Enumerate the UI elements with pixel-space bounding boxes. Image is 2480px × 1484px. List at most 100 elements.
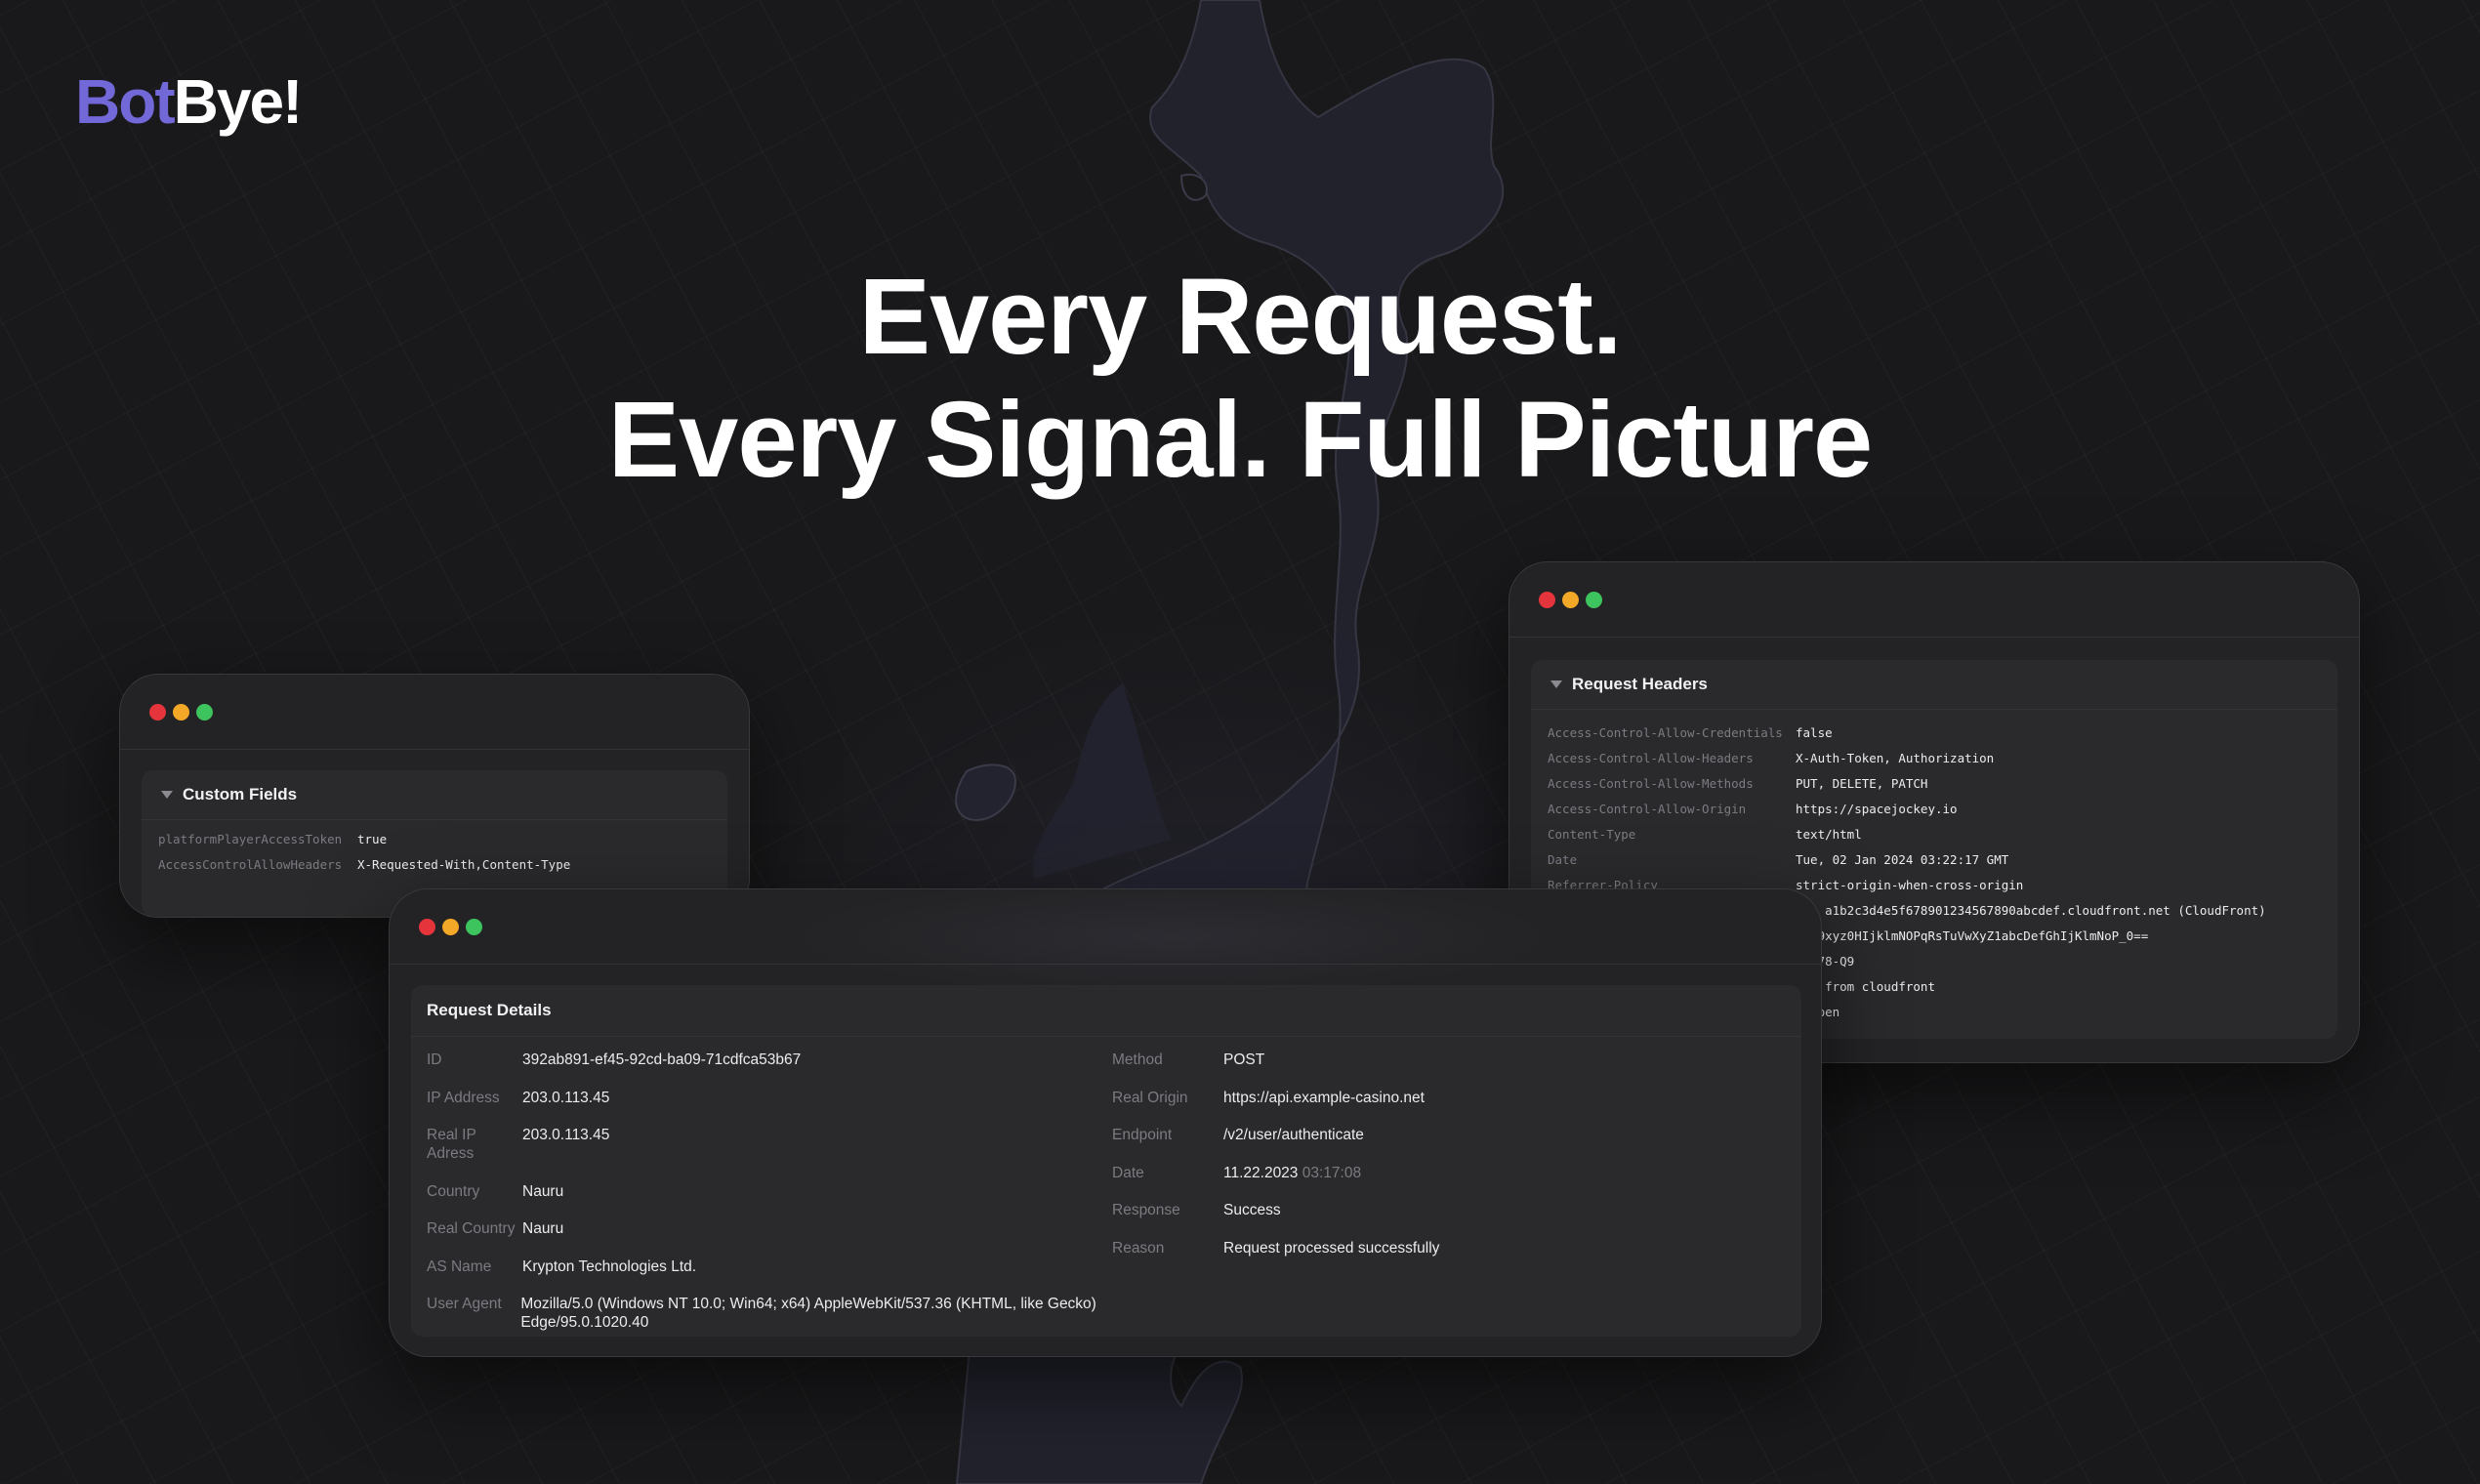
detail-row-method: Method POST xyxy=(1096,1051,1439,1069)
detail-key: Method xyxy=(1112,1051,1163,1068)
details-right-column: Method POST Real Origin https://api.exampl… xyxy=(1096,1051,1439,1351)
header-key: Date xyxy=(1548,851,1578,867)
detail-value: Nauru xyxy=(522,1182,564,1200)
detail-row-response: Response Success xyxy=(1096,1201,1439,1219)
maximize-dot-icon[interactable] xyxy=(196,703,213,721)
custom-field-row: platformPlayerAccessToken true xyxy=(142,826,727,851)
headline-line-2: Every Signal. Full Picture xyxy=(607,380,1873,500)
detail-value: 392ab891-ef45-92cd-ba09-71cdfca53b67 xyxy=(522,1051,802,1068)
detail-row-id: ID 392ab891-ef45-92cd-ba09-71cdfca53b67 xyxy=(411,1051,1096,1069)
header-row: Access-Control-Allow-Origin https://space… xyxy=(1531,796,2337,821)
header-value: strict-origin-when-cross-origin xyxy=(1796,877,2024,892)
header-row: Access-Control-Allow-Headers X-Auth-Token… xyxy=(1531,745,2337,770)
detail-key: Real IP Adress xyxy=(427,1127,476,1162)
detail-row-ip: IP Address 203.0.113.45 xyxy=(411,1089,1096,1107)
header-row: Content-Type text/html xyxy=(1531,821,2337,846)
minimize-dot-icon[interactable] xyxy=(173,703,189,721)
maximize-dot-icon[interactable] xyxy=(466,918,482,935)
header-key: Access-Control-Allow-Origin xyxy=(1548,801,1747,816)
headline-line-1: Every Request. xyxy=(858,257,1623,377)
header-value: PUT, DELETE, PATCH xyxy=(1796,775,1928,791)
header-row: Access-Control-Allow-Credentials false xyxy=(1531,720,2337,745)
header-value: 1.1 a1b2c3d4e5f678901234567890abcdef.clo… xyxy=(1796,902,2266,918)
detail-value: Nauru xyxy=(522,1220,564,1237)
header-key: Access-Control-Allow-Methods xyxy=(1548,775,1754,791)
detail-value: Request processed successfully xyxy=(1223,1239,1440,1257)
request-headers-title: Request Headers xyxy=(1572,675,1708,693)
field-value: X-Requested-With,Content-Type xyxy=(357,856,571,872)
caret-down-icon[interactable] xyxy=(1550,680,1562,688)
detail-row-real-origin: Real Origin https://api.example-casino.ne… xyxy=(1096,1089,1439,1107)
detail-key: User Agent xyxy=(427,1296,502,1312)
request-details-title: Request Details xyxy=(427,1001,552,1019)
header-value: https://spacejockey.io xyxy=(1796,801,1958,816)
request-details-header: Request Details xyxy=(411,985,1801,1037)
detail-value: Success xyxy=(1223,1202,1281,1218)
request-details-panel: Request Details ID 392ab891-ef45-92cd-ba0… xyxy=(411,985,1801,1337)
detail-row-as-name: AS Name Krypton Technologies Ltd. xyxy=(411,1257,1096,1276)
window-titlebar xyxy=(120,675,749,750)
detail-value: /v2/user/authenticate xyxy=(1223,1127,1364,1143)
custom-fields-window: Custom Fields platformPlayerAccessToken … xyxy=(119,674,750,918)
detail-value: https://api.example-casino.net xyxy=(1223,1089,1425,1106)
detail-key: Date xyxy=(1112,1164,1144,1181)
header-key: Access-Control-Allow-Headers xyxy=(1548,750,1754,765)
detail-value: POST xyxy=(1223,1051,1265,1068)
close-dot-icon[interactable] xyxy=(1539,591,1555,608)
maximize-dot-icon[interactable] xyxy=(1586,591,1602,608)
minimize-dot-icon[interactable] xyxy=(442,918,459,935)
header-row: Access-Control-Allow-Methods PUT, DELETE,… xyxy=(1531,770,2337,796)
header-key: Content-Type xyxy=(1548,826,1636,842)
detail-value: 203.0.113.45 xyxy=(522,1127,610,1143)
detail-value: 203.0.113.45 xyxy=(522,1089,610,1106)
detail-row-real-ip: Real IP Adress 203.0.113.45 xyxy=(411,1126,1096,1163)
header-row: Date Tue, 02 Jan 2024 03:22:17 GMT xyxy=(1531,846,2337,872)
detail-value: Krypton Technologies Ltd. xyxy=(522,1257,697,1275)
custom-fields-header[interactable]: Custom Fields xyxy=(142,770,727,820)
window-titlebar xyxy=(390,889,1821,965)
request-headers-header[interactable]: Request Headers xyxy=(1531,660,2337,710)
header-value: Tue, 02 Jan 2024 03:22:17 GMT xyxy=(1796,851,2009,867)
logo-bye-text: Bye! xyxy=(173,66,304,137)
custom-field-row: AccessControlAllowHeaders X-Requested-Wi… xyxy=(142,851,727,877)
request-details-grid: ID 392ab891-ef45-92cd-ba09-71cdfca53b67 I… xyxy=(411,1037,1801,1351)
details-left-column: ID 392ab891-ef45-92cd-ba09-71cdfca53b67 I… xyxy=(411,1051,1096,1351)
header-value: false xyxy=(1796,724,1833,740)
caret-down-icon[interactable] xyxy=(161,791,173,799)
detail-row-country: Country Nauru xyxy=(411,1182,1096,1201)
detail-row-endpoint: Endpoint/v2/user/authenticate xyxy=(1096,1126,1439,1144)
detail-time: 03:17:08 xyxy=(1302,1164,1362,1181)
header-value: R_a9xyz0HIjklmNOPqRsTuVwXyZ1abcDefGhIjKl… xyxy=(1796,928,2149,943)
detail-row-reason: Reason Request processed successfully xyxy=(1096,1239,1439,1257)
custom-fields-title: Custom Fields xyxy=(183,785,298,804)
detail-date: 11.22.2023 xyxy=(1223,1164,1299,1181)
detail-key: Real Country xyxy=(427,1220,516,1237)
detail-key: Reason xyxy=(1112,1239,1165,1257)
detail-row-date: Date 11.22.2023 03:17:08 xyxy=(1096,1164,1439,1182)
request-details-window: Request Details ID 392ab891-ef45-92cd-ba0… xyxy=(389,888,1822,1357)
logo-bot-text: Bot xyxy=(75,66,176,137)
detail-value: Mozilla/5.0 (Windows NT 10.0; Win64; x64… xyxy=(520,1296,1096,1331)
botbye-logo[interactable]: BotBye! xyxy=(75,70,303,133)
detail-key: ID xyxy=(427,1051,442,1068)
detail-row-real-country: Real Country Nauru xyxy=(411,1219,1096,1238)
field-value: true xyxy=(357,831,388,846)
minimize-dot-icon[interactable] xyxy=(1562,591,1579,608)
close-dot-icon[interactable] xyxy=(149,703,166,721)
detail-key: Real Origin xyxy=(1112,1089,1188,1106)
detail-key: IP Address xyxy=(427,1089,500,1106)
close-dot-icon[interactable] xyxy=(419,918,435,935)
detail-key: Country xyxy=(427,1182,480,1200)
window-titlebar xyxy=(1509,562,2359,638)
header-value: X-Auth-Token, Authorization xyxy=(1796,750,1995,765)
detail-value: 11.22.2023 03:17:08 xyxy=(1223,1164,1361,1182)
field-key: platformPlayerAccessToken xyxy=(158,831,343,846)
detail-key: AS Name xyxy=(427,1257,492,1275)
detail-key: Response xyxy=(1112,1202,1180,1218)
custom-fields-rows: platformPlayerAccessToken true AccessCon… xyxy=(142,820,727,877)
hero-headline: Every Request. Every Signal. Full Pictur… xyxy=(0,256,2480,502)
header-value: text/html xyxy=(1796,826,1862,842)
field-key: AccessControlAllowHeaders xyxy=(158,856,343,872)
detail-key: Endpoint xyxy=(1112,1127,1173,1143)
page: BotBye! Every Request. Every Signal. Ful… xyxy=(0,0,2480,1484)
